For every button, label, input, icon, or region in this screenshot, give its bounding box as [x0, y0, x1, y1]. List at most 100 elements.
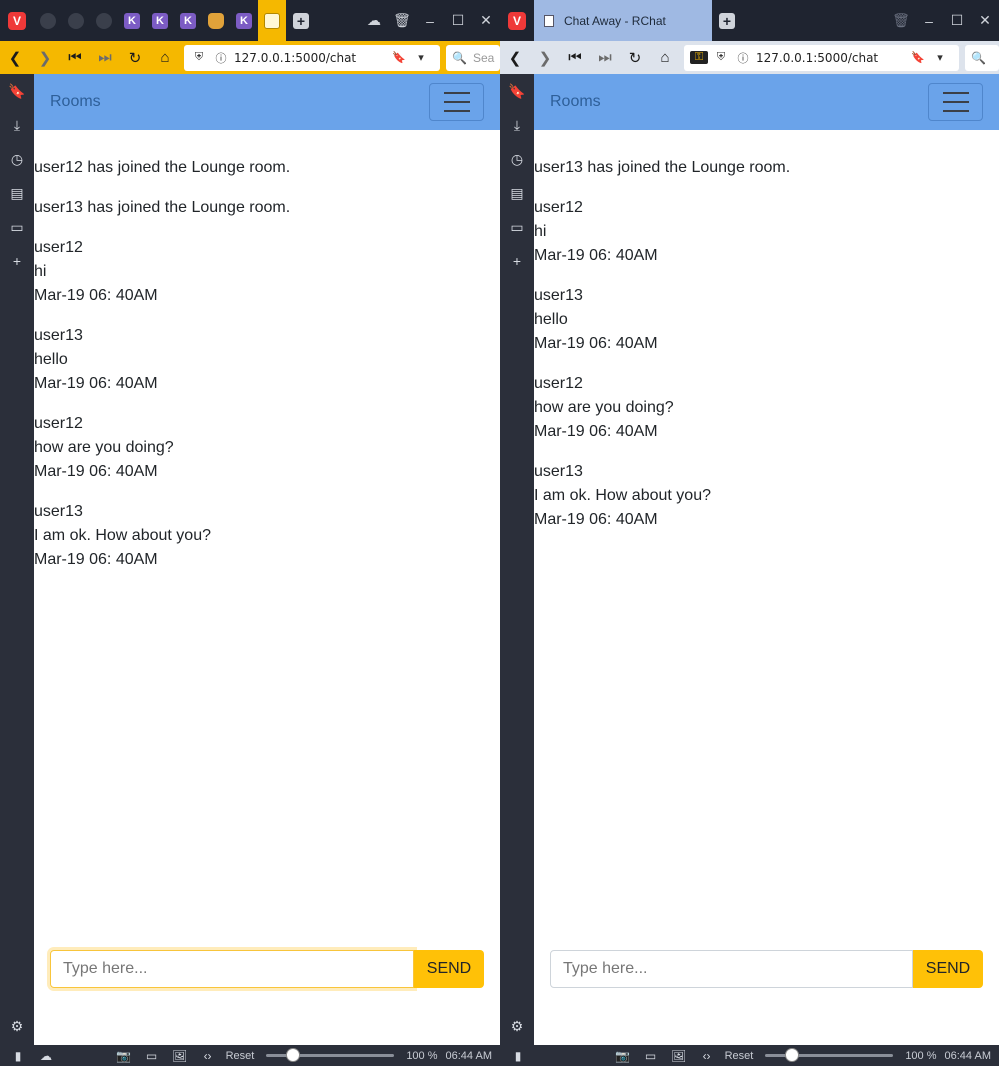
back-button[interactable]: ❮ [500, 41, 530, 74]
chat-page: Rooms user12 has joined the Lounge room.… [34, 74, 500, 1045]
zoom-reset-button[interactable]: Reset [226, 1050, 255, 1062]
code-icon[interactable]: ‹› [194, 1049, 222, 1063]
tab-active[interactable]: Chat Away - RChat [534, 0, 712, 41]
tab-k-2[interactable]: K [146, 0, 174, 41]
chevron-down-icon[interactable]: ▾ [412, 51, 430, 64]
zoom-slider[interactable] [266, 1048, 395, 1062]
info-icon[interactable]: ⓘ [734, 50, 752, 66]
rooms-link[interactable]: Rooms [550, 93, 601, 111]
window-panel-button[interactable]: ▭ [500, 210, 534, 244]
reload-button[interactable]: ↻ [620, 41, 650, 74]
tab-k-1[interactable]: K [118, 0, 146, 41]
search-field[interactable]: 🔍 [965, 44, 999, 71]
fast-forward-button[interactable]: ⏭ [590, 41, 620, 74]
trash-button[interactable]: 🗑 [388, 0, 416, 41]
plus-icon: + [719, 12, 735, 29]
message-text: how are you doing? [34, 439, 174, 456]
url-field[interactable]: ⛨ ⓘ 127.0.0.1:5000/chat 🔖 ▾ [184, 44, 440, 71]
bookmark-icon[interactable]: 🔖 [909, 51, 927, 64]
navbar-toggler-button[interactable] [928, 83, 983, 121]
bookmark-icon[interactable]: 🔖 [390, 51, 408, 64]
navbar-toggler-button[interactable] [429, 83, 484, 121]
forward-button[interactable]: ❯ [30, 41, 60, 74]
sync-button[interactable]: ☁ [360, 0, 388, 41]
tab-github-1[interactable] [34, 0, 62, 41]
camera-icon[interactable]: 📷 [609, 1049, 637, 1063]
info-icon[interactable]: ⓘ [212, 50, 230, 66]
download-icon: ⤓ [513, 116, 521, 133]
rooms-link[interactable]: Rooms [50, 93, 101, 111]
reload-button[interactable]: ↻ [120, 41, 150, 74]
back-button[interactable]: ❮ [0, 41, 30, 74]
close-button[interactable]: ✕ [971, 0, 999, 41]
settings-button[interactable]: ⚙ [500, 1009, 534, 1043]
message-input[interactable]: Type here... [550, 950, 913, 988]
rewind-button[interactable]: ⏮ [560, 41, 590, 74]
camera-icon[interactable]: 📷 [110, 1049, 138, 1063]
send-button[interactable]: SEND [414, 950, 484, 988]
zoom-slider[interactable] [765, 1048, 894, 1062]
maximize-button[interactable]: ☐ [444, 0, 472, 41]
tab-active[interactable] [258, 0, 286, 41]
close-button[interactable]: ✕ [472, 0, 500, 41]
rewind-button[interactable]: ⏮ [60, 41, 90, 74]
forward-button[interactable]: ❯ [530, 41, 560, 74]
tab-k-3[interactable]: K [174, 0, 202, 41]
zoom-slider-knob[interactable] [785, 1048, 800, 1062]
forward-icon: ❯ [538, 49, 552, 67]
bookmarks-panel-button[interactable]: 🔖 [500, 74, 534, 108]
message-input[interactable]: Type here... [50, 950, 414, 988]
add-panel-button[interactable]: + [0, 244, 34, 278]
github-icon [68, 12, 84, 29]
downloads-panel-button[interactable]: ⤓ [500, 108, 534, 142]
vivaldi-menu-button[interactable]: V [500, 0, 534, 41]
minimize-button[interactable]: – [915, 0, 943, 41]
image-icon[interactable]: 🖼 [665, 1049, 693, 1063]
home-button[interactable]: ⌂ [650, 41, 680, 74]
image-icon[interactable]: 🖼 [166, 1049, 194, 1063]
cloud-icon[interactable]: ☁ [32, 1049, 60, 1063]
minimize-button[interactable]: – [416, 0, 444, 41]
downloads-panel-button[interactable]: ⤓ [0, 108, 34, 142]
shield-icon[interactable]: ⛨ [712, 51, 730, 64]
shield-icon[interactable]: ⛨ [190, 51, 208, 64]
chat-page: Rooms user13 has joined the Lounge room.… [534, 74, 999, 1045]
tab-jar[interactable] [202, 0, 230, 41]
zoom-reset-button[interactable]: Reset [725, 1050, 754, 1062]
add-panel-button[interactable]: + [500, 244, 534, 278]
tiling-icon[interactable]: ▭ [637, 1049, 665, 1063]
history-panel-button[interactable]: ◷ [500, 142, 534, 176]
tab-k-4[interactable]: K [230, 0, 258, 41]
trash-button[interactable]: 🗑 [887, 0, 915, 41]
bookmarks-panel-button[interactable]: 🔖 [0, 74, 34, 108]
chevron-down-icon[interactable]: ▾ [931, 51, 949, 64]
chat-message: user13 I am ok. How about you? Mar-19 06… [34, 500, 500, 572]
fast-forward-button[interactable]: ⏭ [90, 41, 120, 74]
status-bar: ▮ 📷 ▭ 🖼 ‹› Reset 100 % 06:44 AM [500, 1045, 999, 1066]
maximize-button[interactable]: ☐ [943, 0, 971, 41]
settings-button[interactable]: ⚙ [0, 1009, 34, 1043]
notes-panel-button[interactable]: ▤ [0, 176, 34, 210]
new-tab-button[interactable]: + [712, 0, 742, 41]
home-button[interactable]: ⌂ [150, 41, 180, 74]
zoom-slider-knob[interactable] [286, 1048, 301, 1062]
tiling-icon[interactable]: ▭ [138, 1049, 166, 1063]
vivaldi-menu-button[interactable]: V [0, 0, 34, 41]
url-field[interactable]: ⚿ ⛨ ⓘ 127.0.0.1:5000/chat 🔖 ▾ [684, 44, 959, 71]
reload-icon: ↻ [128, 49, 142, 67]
new-tab-button[interactable]: + [286, 0, 316, 41]
plus-icon: + [12, 253, 22, 269]
window-panel-button[interactable]: ▭ [0, 210, 34, 244]
key-icon[interactable]: ⚿ [690, 51, 708, 64]
history-panel-button[interactable]: ◷ [0, 142, 34, 176]
rewind-icon: ⏮ [68, 49, 82, 66]
search-field[interactable]: 🔍 Sea [446, 44, 500, 71]
send-button[interactable]: SEND [913, 950, 983, 988]
zoom-level: 100 % [406, 1049, 438, 1062]
notes-panel-button[interactable]: ▤ [500, 176, 534, 210]
tab-github-3[interactable] [90, 0, 118, 41]
panel-toggle-icon[interactable]: ▮ [4, 1049, 32, 1063]
code-icon[interactable]: ‹› [693, 1049, 721, 1063]
panel-toggle-icon[interactable]: ▮ [504, 1049, 532, 1063]
tab-github-2[interactable] [62, 0, 90, 41]
